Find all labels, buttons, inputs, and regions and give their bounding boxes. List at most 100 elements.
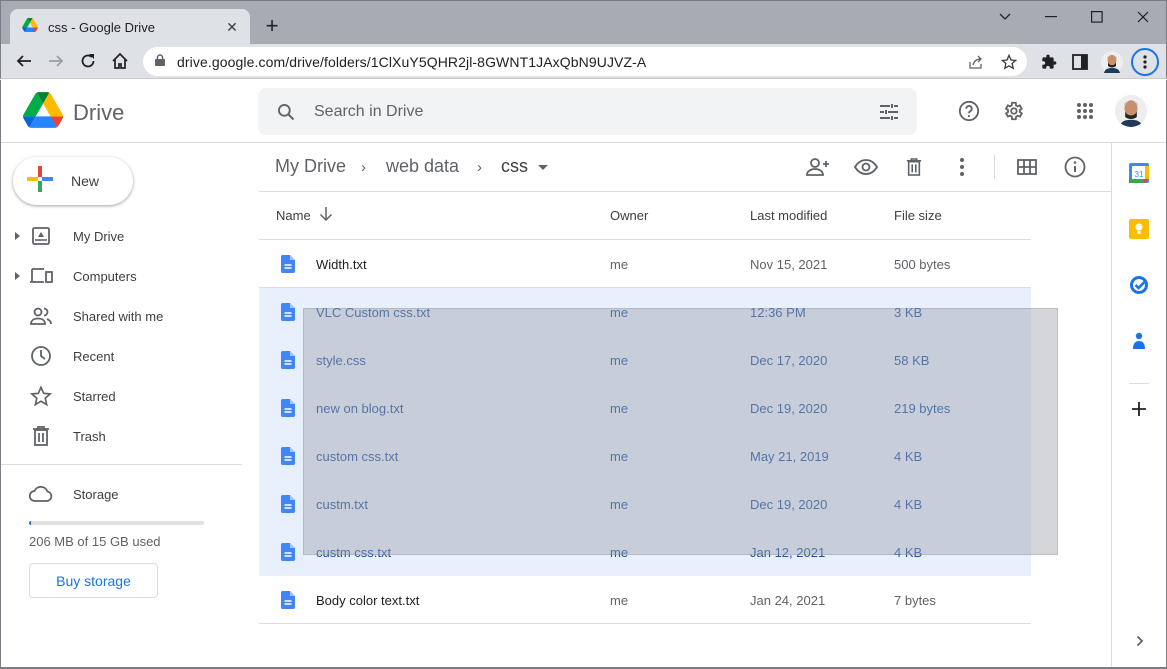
file-name[interactable]: custm css.txt bbox=[316, 545, 391, 560]
search-input[interactable] bbox=[314, 102, 854, 121]
column-header-last-modified[interactable]: Last modified bbox=[750, 208, 827, 223]
share-page-icon[interactable] bbox=[965, 53, 987, 71]
lock-icon[interactable] bbox=[155, 53, 165, 71]
buy-storage-button[interactable]: Buy storage bbox=[29, 563, 158, 598]
expand-panel-chevron-icon[interactable] bbox=[1132, 633, 1148, 649]
sidebar-item-shared-with-me[interactable]: Shared with me bbox=[1, 300, 241, 332]
file-last-modified: 12:36 PM bbox=[750, 305, 806, 320]
breadcrumb-css[interactable]: css bbox=[501, 156, 528, 177]
shared-icon bbox=[29, 304, 53, 328]
new-button[interactable]: New bbox=[13, 157, 133, 205]
plus-icon bbox=[27, 165, 53, 197]
tasks-icon[interactable] bbox=[1129, 275, 1149, 295]
expand-caret-icon[interactable] bbox=[15, 272, 20, 280]
file-name[interactable]: new on blog.txt bbox=[316, 401, 403, 416]
breadcrumb-my-drive[interactable]: My Drive bbox=[275, 156, 346, 177]
text-file-icon bbox=[281, 255, 295, 278]
calendar-icon[interactable]: 31 bbox=[1129, 163, 1149, 183]
file-row[interactable]: custom css.txt me May 21, 2019 4 KB bbox=[259, 432, 1031, 480]
search-bar[interactable] bbox=[258, 88, 917, 135]
help-icon[interactable] bbox=[957, 99, 981, 123]
extensions-puzzle-icon[interactable] bbox=[1036, 49, 1062, 75]
file-row[interactable]: VLC Custom css.txt me 12:36 PM 3 KB bbox=[259, 288, 1031, 336]
grid-view-icon[interactable] bbox=[1015, 155, 1039, 179]
file-owner: me bbox=[610, 305, 629, 320]
add-addon-icon[interactable] bbox=[1129, 399, 1149, 419]
back-button[interactable] bbox=[10, 47, 38, 75]
contacts-icon[interactable] bbox=[1129, 331, 1149, 351]
breadcrumb-web-data[interactable]: web data bbox=[386, 156, 459, 177]
new-label: New bbox=[71, 173, 100, 189]
sidebar-item-storage[interactable]: Storage bbox=[1, 478, 241, 510]
text-file-icon bbox=[281, 495, 295, 518]
rail-divider bbox=[1129, 383, 1149, 384]
sidebar-item-recent[interactable]: Recent bbox=[1, 340, 241, 372]
file-name[interactable]: custm.txt bbox=[316, 497, 368, 512]
storage-progress-fill bbox=[29, 521, 32, 525]
file-name[interactable]: custom css.txt bbox=[316, 449, 398, 464]
keep-icon[interactable] bbox=[1129, 219, 1149, 239]
side-panel-icon[interactable] bbox=[1067, 49, 1093, 75]
address-bar[interactable]: drive.google.com/drive/folders/1ClXuY5QH… bbox=[143, 47, 1027, 76]
profile-avatar[interactable] bbox=[1099, 49, 1125, 75]
file-row[interactable]: Body color text.txt me Jan 24, 2021 7 bytes bbox=[259, 576, 1031, 624]
maximize-button[interactable] bbox=[1074, 3, 1120, 31]
column-header-file-size[interactable]: File size bbox=[894, 208, 942, 223]
sidebar-item-my-drive[interactable]: My Drive bbox=[1, 220, 241, 252]
column-header-owner[interactable]: Owner bbox=[610, 208, 648, 223]
apps-grid-icon[interactable] bbox=[1073, 99, 1097, 123]
file-name[interactable]: Body color text.txt bbox=[316, 593, 419, 608]
side-panel-rail: 31 bbox=[1111, 143, 1166, 669]
url-text[interactable]: drive.google.com/drive/folders/1ClXuY5QH… bbox=[177, 54, 646, 70]
file-size: 4 KB bbox=[894, 545, 923, 560]
storage-progress-bar bbox=[29, 521, 204, 525]
column-header-name[interactable]: Name bbox=[276, 208, 311, 223]
close-window-button[interactable] bbox=[1120, 3, 1166, 31]
bookmark-star-icon[interactable] bbox=[998, 53, 1020, 71]
new-tab-button[interactable]: + bbox=[259, 13, 285, 39]
forward-button[interactable] bbox=[42, 47, 70, 75]
home-button[interactable] bbox=[106, 47, 134, 75]
preview-icon[interactable] bbox=[854, 155, 878, 179]
file-row[interactable]: custm.txt me Dec 19, 2020 4 KB bbox=[259, 480, 1031, 528]
file-name[interactable]: style.css bbox=[316, 353, 366, 368]
file-row[interactable]: Width.txt me Nov 15, 2021 500 bytes bbox=[259, 240, 1031, 288]
sidebar-item-trash[interactable]: Trash bbox=[1, 420, 241, 452]
sidebar-label: Shared with me bbox=[73, 308, 164, 324]
file-row[interactable]: new on blog.txt me Dec 19, 2020 219 bytes bbox=[259, 384, 1031, 432]
search-icon[interactable] bbox=[258, 102, 314, 122]
browser-tab[interactable]: css - Google Drive ✕ bbox=[10, 9, 250, 45]
sort-arrow-down-icon[interactable] bbox=[319, 206, 333, 227]
storage-label: Storage bbox=[73, 486, 119, 502]
file-row[interactable]: custm css.txt me Jan 12, 2021 4 KB bbox=[259, 528, 1031, 576]
sidebar-item-computers[interactable]: Computers bbox=[1, 260, 241, 292]
settings-icon[interactable] bbox=[1001, 99, 1025, 123]
file-size: 500 bytes bbox=[894, 257, 951, 272]
home-icon bbox=[112, 52, 128, 69]
sidebar-label: My Drive bbox=[73, 228, 125, 244]
file-name[interactable]: Width.txt bbox=[316, 257, 367, 272]
trash-icon[interactable] bbox=[902, 155, 926, 179]
close-tab-icon[interactable]: ✕ bbox=[222, 17, 242, 37]
sidebar-label: Recent bbox=[73, 348, 115, 364]
file-name[interactable]: VLC Custom css.txt bbox=[316, 305, 430, 320]
reload-button[interactable] bbox=[74, 47, 102, 75]
file-owner: me bbox=[610, 497, 629, 512]
text-file-icon bbox=[281, 303, 295, 326]
file-owner: me bbox=[610, 593, 629, 608]
account-avatar[interactable] bbox=[1115, 95, 1147, 127]
more-vert-icon[interactable] bbox=[950, 155, 974, 179]
tab-search-chevron-icon[interactable] bbox=[982, 3, 1028, 31]
tune-icon[interactable] bbox=[877, 100, 901, 124]
share-icon[interactable] bbox=[806, 155, 830, 179]
expand-caret-icon[interactable] bbox=[15, 232, 20, 240]
calendar-day-text: 31 bbox=[1135, 170, 1144, 179]
file-owner: me bbox=[610, 353, 629, 368]
drive-logo[interactable]: Drive bbox=[23, 92, 124, 133]
sidebar-item-starred[interactable]: Starred bbox=[1, 380, 241, 412]
folder-menu-caret-icon[interactable] bbox=[538, 165, 548, 170]
info-icon[interactable] bbox=[1063, 155, 1087, 179]
chrome-menu-button[interactable] bbox=[1131, 48, 1159, 76]
minimize-button[interactable] bbox=[1028, 3, 1074, 31]
file-row[interactable]: style.css me Dec 17, 2020 58 KB bbox=[259, 336, 1031, 384]
